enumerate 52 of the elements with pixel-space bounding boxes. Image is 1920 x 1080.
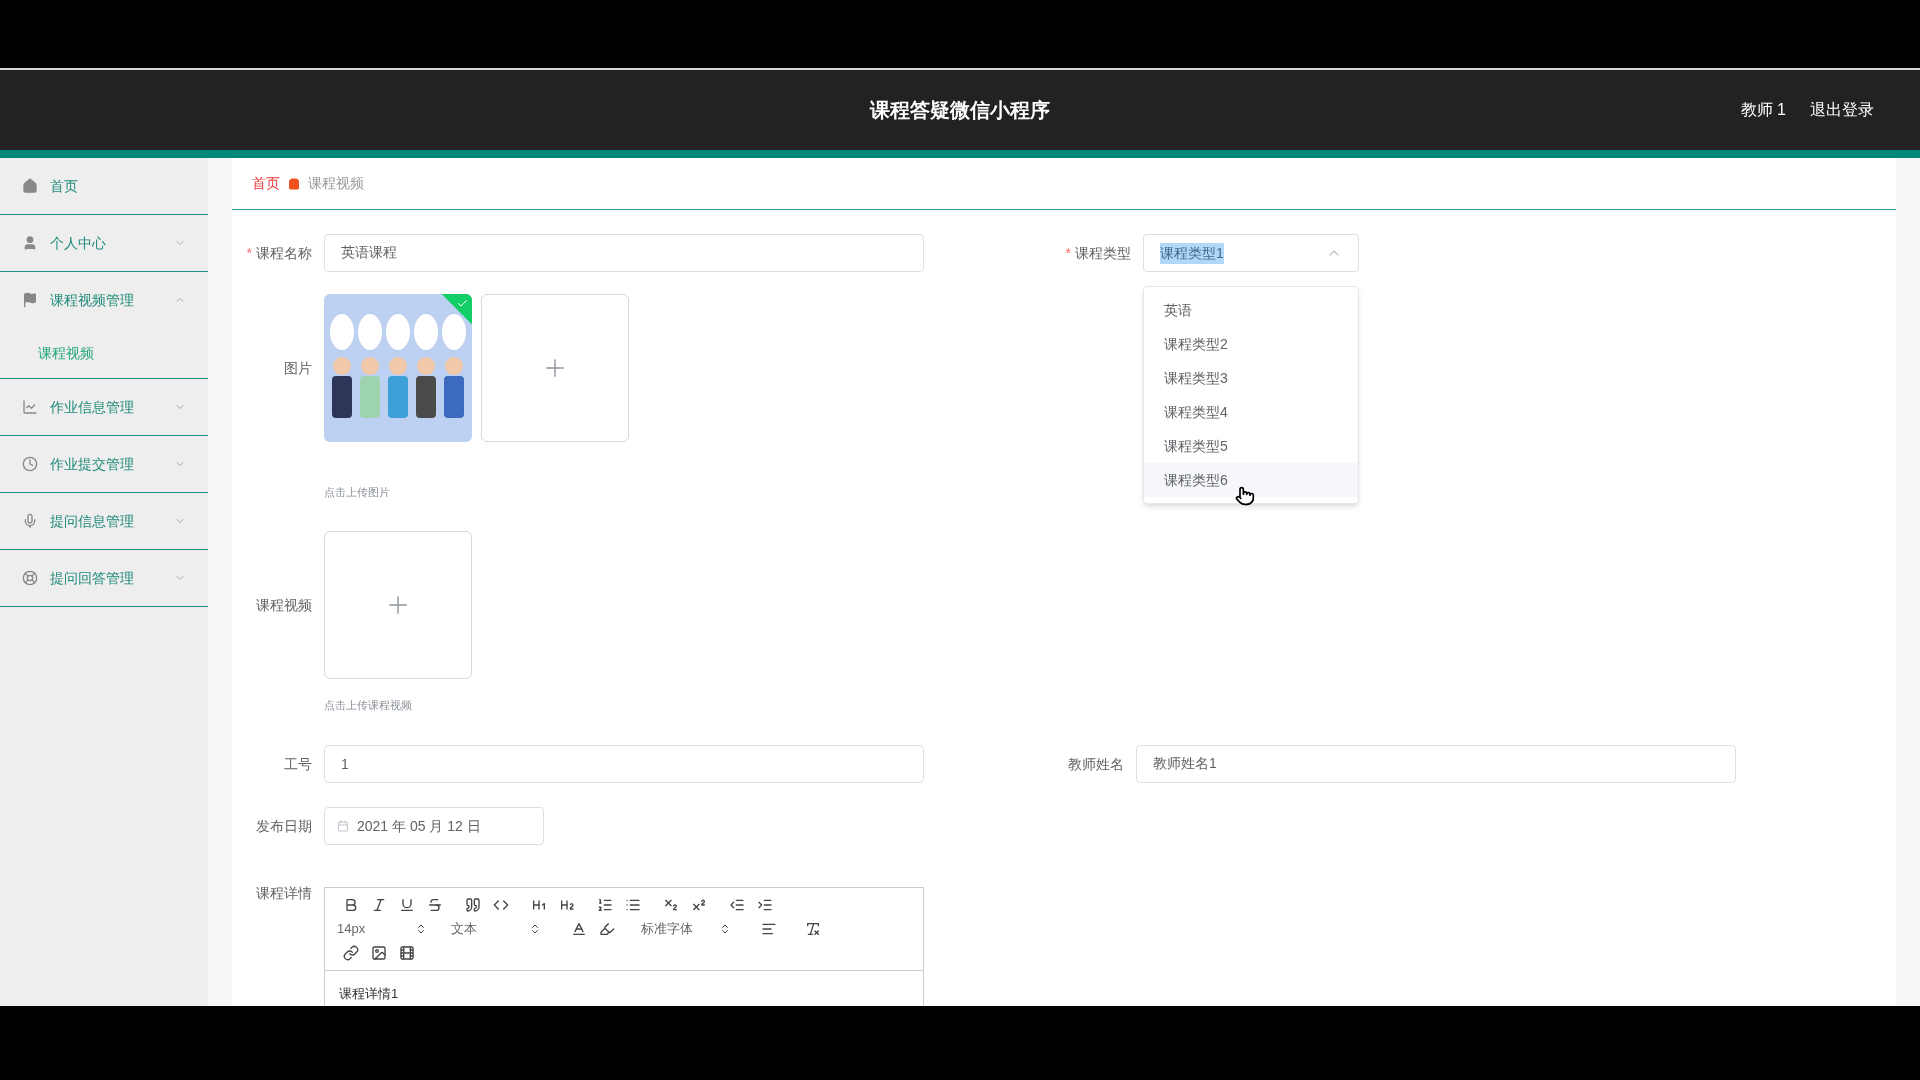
updown-caret-icon bbox=[415, 923, 427, 935]
dropdown-option[interactable]: 课程类型6 bbox=[1144, 463, 1358, 497]
required-asterisk: * bbox=[246, 244, 252, 261]
updown-caret-icon bbox=[719, 923, 731, 935]
sidebar-item[interactable]: 提问回答管理 bbox=[0, 550, 208, 606]
clock-icon bbox=[22, 456, 38, 472]
logout-link[interactable]: 退出登录 bbox=[1810, 98, 1874, 122]
field-label: 教师姓名 bbox=[1068, 755, 1124, 772]
course-name-input[interactable]: 英语课程 bbox=[324, 234, 924, 272]
user-icon bbox=[22, 235, 38, 251]
chart-icon bbox=[22, 399, 38, 415]
dropdown-option[interactable]: 课程类型5 bbox=[1144, 429, 1358, 463]
calendar-icon bbox=[337, 820, 349, 832]
sidebar-item[interactable]: 首页 bbox=[0, 158, 208, 214]
dropdown-option[interactable]: 课程类型4 bbox=[1144, 395, 1358, 429]
lifebuoy-icon bbox=[22, 570, 38, 586]
breadcrumb-link[interactable]: 首页 bbox=[252, 173, 280, 194]
field-label: 课程详情 bbox=[256, 885, 312, 901]
dropdown-option[interactable]: 英语 bbox=[1144, 293, 1358, 327]
date-field[interactable]: 2021 年 05 月 12 日 bbox=[324, 807, 544, 845]
field-label: 工号 bbox=[284, 755, 312, 772]
editor-content: 课程详情1 bbox=[339, 986, 399, 1001]
sidebar-item[interactable]: 课程视频管理 bbox=[0, 272, 208, 328]
sidebar-item[interactable]: 提问信息管理 bbox=[0, 493, 208, 549]
toolbar-select[interactable]: 文本 bbox=[451, 918, 545, 940]
teacher-name-input[interactable]: 教师姓名1 bbox=[1136, 745, 1736, 783]
dropdown-option[interactable]: 课程类型3 bbox=[1144, 361, 1358, 395]
staff-number-input[interactable]: 1 bbox=[324, 745, 924, 783]
sidebar-item[interactable]: 作业信息管理 bbox=[0, 379, 208, 435]
microphone-icon bbox=[22, 513, 38, 529]
dropdown-option[interactable]: 课程类型2 bbox=[1144, 327, 1358, 361]
upload-hint: 点击上传课程视频 bbox=[324, 697, 412, 713]
upload-hint: 点击上传图片 bbox=[324, 484, 390, 500]
required-asterisk: * bbox=[1065, 244, 1071, 261]
breadcrumb-current: 课程视频 bbox=[308, 174, 364, 193]
select-value: 课程类型1 bbox=[1160, 242, 1224, 264]
sidebar-item[interactable]: 个人中心 bbox=[0, 215, 208, 271]
app-title: 课程答疑微信小程序 bbox=[870, 98, 1050, 123]
toolbar-select[interactable]: 标准字体 bbox=[641, 918, 735, 940]
field-label: 发布日期 bbox=[256, 817, 312, 834]
flag-icon bbox=[22, 292, 38, 308]
field-label: 课程类型 bbox=[1075, 244, 1131, 261]
field-label: 课程视频 bbox=[256, 596, 312, 613]
toolbar-select[interactable]: 14px bbox=[337, 918, 431, 940]
home-icon bbox=[22, 178, 38, 194]
user-name: 教师 1 bbox=[1740, 100, 1786, 120]
course-type-select[interactable]: 课程类型1 bbox=[1143, 234, 1359, 272]
bag-icon bbox=[288, 177, 300, 190]
field-label: 课程名称 bbox=[256, 244, 312, 261]
field-label: 图片 bbox=[284, 359, 312, 376]
sidebar-item[interactable]: 作业提交管理 bbox=[0, 436, 208, 492]
updown-caret-icon bbox=[529, 923, 541, 935]
